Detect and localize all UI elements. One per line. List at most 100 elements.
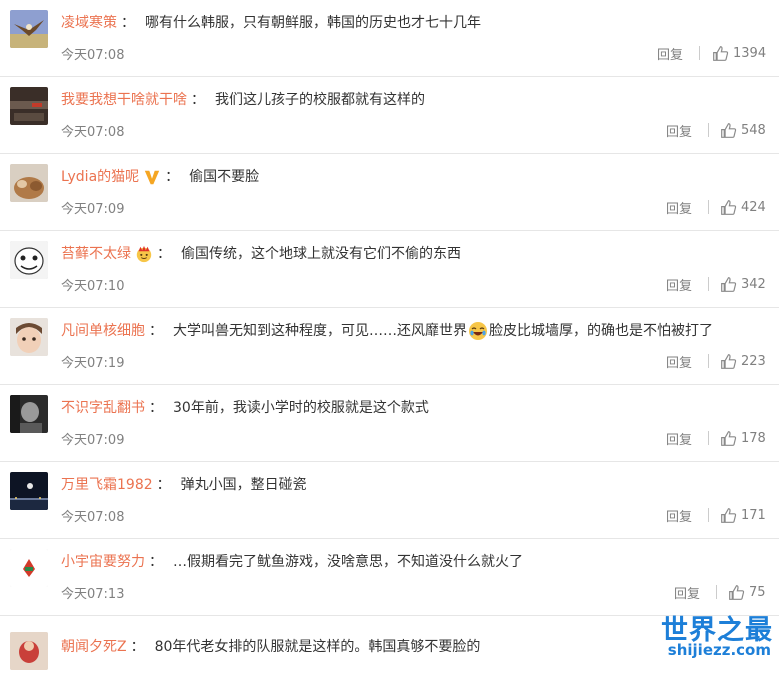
thumbs-up-icon bbox=[721, 122, 737, 138]
avatar[interactable] bbox=[10, 395, 48, 433]
like-button[interactable]: 223 bbox=[720, 351, 766, 371]
comment-time: 今天07:10 bbox=[61, 279, 125, 294]
like-button[interactable]: 178 bbox=[720, 428, 766, 448]
comment-username[interactable]: 苔藓不太绿 bbox=[61, 243, 131, 265]
like-button[interactable]: 75 bbox=[728, 582, 766, 602]
comment-item: 朝闻夕死Z ： 80年代老女排的队服就是这样的。韩国真够不要脸的 bbox=[0, 616, 779, 693]
comment-item: 万里飞霜1982 ： 弹丸小国，整日碰瓷 今天07:08 回复 171 bbox=[0, 462, 779, 539]
comment-time: 今天07:08 bbox=[61, 510, 125, 525]
meme-face-avatar-icon bbox=[10, 241, 48, 279]
comment-username[interactable]: 小宇宙要努力 bbox=[61, 551, 145, 573]
like-count: 342 bbox=[741, 276, 766, 292]
comment-username[interactable]: 凌域寒策 bbox=[61, 12, 117, 34]
comment-item: 我要我想干啥就干啥 ： 我们这儿孩子的校服都就有这样的 今天07:08 回复 5… bbox=[0, 77, 779, 154]
comment-time: 今天07:08 bbox=[61, 48, 125, 63]
comment-item: 凌域寒策 ： 哪有什么韩服，只有朝鲜服，韩国的历史也才七十几年 今天07:08 … bbox=[0, 0, 779, 77]
like-count: 171 bbox=[741, 507, 766, 523]
v-badge-icon bbox=[144, 170, 160, 185]
dark-photo-avatar-icon bbox=[10, 87, 48, 125]
like-count: 1394 bbox=[733, 45, 767, 61]
separator-colon: ： bbox=[157, 246, 171, 262]
night-city-avatar-icon bbox=[10, 472, 48, 510]
like-button[interactable]: 171 bbox=[720, 505, 766, 525]
reply-button[interactable]: 回复 bbox=[666, 506, 692, 525]
comment-time: 今天07:08 bbox=[61, 125, 125, 140]
avatar[interactable] bbox=[10, 318, 48, 356]
comment-text: 偷国不要脸 bbox=[189, 169, 260, 185]
comment-text: 大学叫兽无知到这种程度，可见……还风靡世界 bbox=[173, 323, 467, 339]
separator-colon: ： bbox=[121, 15, 135, 31]
separator-colon: ： bbox=[165, 169, 180, 185]
divider bbox=[708, 277, 709, 291]
eagle-avatar-icon bbox=[10, 10, 48, 48]
red-avatar-icon bbox=[10, 632, 48, 670]
avatar[interactable] bbox=[10, 549, 48, 587]
reply-button[interactable]: 回复 bbox=[666, 429, 692, 448]
like-button[interactable]: 548 bbox=[720, 120, 766, 140]
reply-button[interactable]: 回复 bbox=[674, 583, 700, 602]
comment-item: Lydia的猫呢 ： 偷国不要脸 今天07:09 回复 424 bbox=[0, 154, 779, 231]
crown-emoji-icon bbox=[136, 245, 152, 263]
comment-text: 我们这儿孩子的校服都就有这样的 bbox=[215, 92, 425, 108]
like-count: 75 bbox=[749, 584, 766, 600]
comment-time: 今天07:09 bbox=[61, 433, 125, 448]
divider bbox=[708, 431, 709, 445]
comment-username[interactable]: 我要我想干啥就干啥 bbox=[61, 89, 187, 111]
comment-username[interactable]: 朝闻夕死Z bbox=[61, 636, 127, 658]
like-count: 424 bbox=[741, 199, 766, 215]
reply-button[interactable]: 回复 bbox=[666, 275, 692, 294]
divider bbox=[716, 585, 717, 599]
thumbs-up-icon bbox=[721, 430, 737, 446]
comment-item: 不识字乱翻书 ： 30年前，我读小学时的校服就是这个款式 今天07:09 回复 … bbox=[0, 385, 779, 462]
comment-text-continued: 脸皮比城墙厚，的确也是不怕被打了 bbox=[489, 323, 713, 339]
comment-item: 小宇宙要努力 ： …假期看完了鱿鱼游戏，没啥意思，不知道没什么就火了 今天07:… bbox=[0, 539, 779, 616]
like-count: 178 bbox=[741, 430, 766, 446]
comment-text: 弹丸小国，整日碰瓷 bbox=[180, 477, 307, 493]
comment-text: 哪有什么韩服，只有朝鲜服，韩国的历史也才七十几年 bbox=[145, 15, 481, 31]
thumbs-up-icon bbox=[729, 584, 745, 600]
divider bbox=[708, 354, 709, 368]
like-button[interactable]: 342 bbox=[720, 274, 766, 294]
avatar[interactable] bbox=[10, 10, 48, 48]
comment-username[interactable]: 万里飞霜1982 bbox=[61, 474, 153, 496]
like-button[interactable]: 424 bbox=[720, 197, 766, 217]
reply-button[interactable]: 回复 bbox=[666, 198, 692, 217]
reply-button[interactable]: 回复 bbox=[666, 121, 692, 140]
like-count: 223 bbox=[741, 353, 766, 369]
avatar[interactable] bbox=[10, 164, 48, 202]
logo-avatar-icon bbox=[10, 549, 48, 587]
divider bbox=[699, 46, 700, 60]
comment-time: 今天07:09 bbox=[61, 202, 125, 217]
thumbs-up-icon bbox=[721, 276, 737, 292]
separator-colon: ： bbox=[149, 400, 163, 416]
thumbs-up-icon bbox=[721, 353, 737, 369]
bw-photo-avatar-icon bbox=[10, 395, 48, 433]
comment-username[interactable]: 不识字乱翻书 bbox=[61, 397, 145, 419]
thumbs-up-icon bbox=[721, 199, 737, 215]
like-count: 548 bbox=[741, 122, 766, 138]
separator-colon: ： bbox=[156, 477, 171, 493]
reply-button[interactable]: 回复 bbox=[657, 44, 683, 63]
separator-colon: ： bbox=[149, 323, 163, 339]
comment-item: 苔藓不太绿 ： 偷国传统，这个地球上就没有它们不偷的东西 今天07:10 回复 … bbox=[0, 231, 779, 308]
child-avatar-icon bbox=[10, 318, 48, 356]
avatar[interactable] bbox=[10, 241, 48, 279]
avatar[interactable] bbox=[10, 472, 48, 510]
comment-text: 30年前，我读小学时的校服就是这个款式 bbox=[173, 400, 429, 416]
thumbs-up-icon bbox=[721, 507, 737, 523]
cat-avatar-icon bbox=[10, 164, 48, 202]
like-button[interactable]: 1394 bbox=[712, 43, 766, 63]
reply-button[interactable]: 回复 bbox=[666, 352, 692, 371]
divider bbox=[708, 123, 709, 137]
comment-username[interactable]: Lydia的猫呢 bbox=[61, 166, 139, 188]
comment-text: …假期看完了鱿鱼游戏，没啥意思，不知道没什么就火了 bbox=[173, 554, 523, 570]
avatar[interactable] bbox=[10, 87, 48, 125]
comment-time: 今天07:19 bbox=[61, 356, 125, 371]
comment-text: 80年代老女排的队服就是这样的。韩国真够不要脸的 bbox=[154, 639, 481, 655]
comment-text: 偷国传统，这个地球上就没有它们不偷的东西 bbox=[181, 246, 461, 262]
separator-colon: ： bbox=[191, 92, 205, 108]
avatar[interactable] bbox=[10, 632, 48, 670]
comment-item: 凡间单核细胞 ： 大学叫兽无知到这种程度，可见……还风靡世界 脸皮比城墙厚，的确… bbox=[0, 308, 779, 385]
comment-username[interactable]: 凡间单核细胞 bbox=[61, 320, 145, 342]
comment-time: 今天07:13 bbox=[61, 587, 125, 602]
